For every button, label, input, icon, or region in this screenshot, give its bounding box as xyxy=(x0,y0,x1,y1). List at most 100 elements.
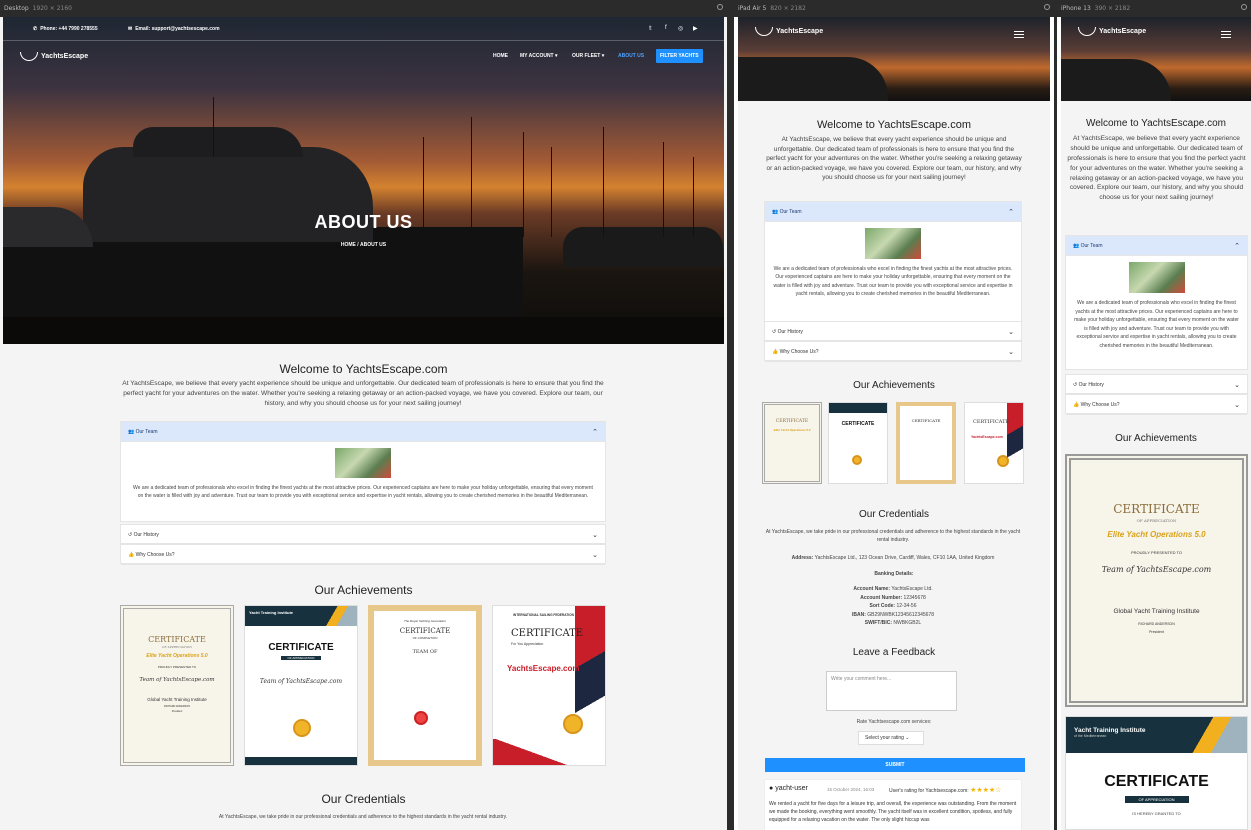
review-text: We rented a yacht for five days for a le… xyxy=(769,801,1017,823)
chevron-down-icon: ⌄ xyxy=(1234,381,1240,389)
desktop-preview: Desktop 1920 × 2160 ✆ Phone: +44 7990 278… xyxy=(0,0,727,830)
menu-icon[interactable] xyxy=(1221,31,1231,38)
nav-my-account[interactable]: MY ACCOUNT ▾ xyxy=(520,53,558,59)
phone-info[interactable]: ✆ Phone: +44 7990 278555 xyxy=(33,26,98,32)
accordion-our-history[interactable]: ↺ Our History ⌄ xyxy=(1065,374,1248,395)
review-card: ● yacht-user 15 October 2024, 16:03 User… xyxy=(764,779,1022,830)
team-text: We are a dedicated team of professionals… xyxy=(773,266,1013,297)
certificate-card-1[interactable]: CERTIFICATE OF APPRECIATION Elite Yacht … xyxy=(1065,454,1248,707)
nav-home[interactable]: HOME xyxy=(493,53,508,59)
red-seal-icon xyxy=(414,711,428,725)
chevron-down-icon: ⌄ xyxy=(592,551,598,559)
accordion-toggle-team[interactable]: 👥 Our Team ⌃ xyxy=(1066,236,1247,256)
cert-title: CERTIFICATE xyxy=(148,635,206,644)
pane-size: 390 × 2182 xyxy=(1094,5,1131,12)
pane-label: iPad Air 5 820 × 2182 xyxy=(734,0,1054,17)
brand-logo[interactable]: YachtsEscape xyxy=(20,52,88,61)
pane-device: iPad Air 5 xyxy=(738,5,767,12)
feedback-textarea[interactable]: Write your comment here... xyxy=(826,671,957,711)
brand-logo[interactable]: YachtsEscape xyxy=(755,27,823,36)
pane-device: iPhone 13 xyxy=(1061,5,1091,12)
pane-size: 820 × 2182 xyxy=(770,5,806,12)
hero-banner: YachtsEscape xyxy=(738,17,1050,101)
cert-signer: RICHARD ANDERSON xyxy=(163,705,191,708)
certificate-card-4[interactable]: INTERNATIONAL SAILING FEDERATION CERTIFI… xyxy=(492,605,606,766)
team-text: We are a dedicated team of professionals… xyxy=(133,485,593,499)
main-navbar: YachtsEscape HOME MY ACCOUNT ▾ OUR FLEET… xyxy=(3,41,724,71)
cert-title: CERTIFICATE xyxy=(841,421,875,427)
cert-subtitle: OF APPRECIATION xyxy=(281,656,321,660)
brand-logo[interactable]: YachtsEscape xyxy=(1078,27,1146,36)
team-panel: We are a dedicated team of professionals… xyxy=(121,442,605,506)
ship-icon xyxy=(1078,27,1096,36)
crumb-home-link[interactable]: HOME xyxy=(341,242,356,248)
rotate-icon[interactable] xyxy=(717,4,723,10)
accordion-our-team: 👥 Our Team ⌃ We are a dedicated team of p… xyxy=(1065,235,1248,370)
welcome-text: At YachtsEscape, we believe that every y… xyxy=(1067,135,1246,202)
cert-bottom-decor xyxy=(493,739,605,765)
certificate-card-4[interactable]: CERTIFICATE YachtsEscape.com xyxy=(964,402,1024,484)
menu-icon[interactable] xyxy=(1014,31,1024,38)
gold-seal-icon xyxy=(293,719,311,737)
accordion-why-choose-us[interactable]: 👍 Why Choose Us? ⌄ xyxy=(120,544,606,565)
chevron-up-icon: ⌃ xyxy=(1008,208,1014,216)
team-text: We are a dedicated team of professionals… xyxy=(1074,300,1239,349)
brand-name: YachtsEscape xyxy=(41,53,89,60)
achievements-title: Our Achievements xyxy=(853,380,935,391)
rotate-icon[interactable] xyxy=(1241,4,1247,10)
chevron-down-icon: ⌄ xyxy=(1008,348,1014,356)
facebook-icon[interactable]: f xyxy=(665,25,667,31)
instagram-icon[interactable]: ◎ xyxy=(678,25,683,32)
twitter-icon[interactable]: 𝕥 xyxy=(649,25,652,32)
accordion-our-team: 👥 Our Team ⌃ We are a dedicated team of p… xyxy=(120,421,606,522)
cert-title: CERTIFICATE xyxy=(973,419,1010,425)
cert-subtitle: OF APPRECIATION xyxy=(162,645,192,649)
accordion-toggle-why[interactable]: 👍 Why Choose Us? ⌄ xyxy=(765,342,1021,362)
pane-label: iPhone 13 390 × 2182 xyxy=(1057,0,1251,17)
filter-yachts-button[interactable]: FILTER YACHTS xyxy=(656,49,703,63)
chevron-up-icon: ⌃ xyxy=(592,428,598,436)
accordion-toggle-team[interactable]: 👥 Our Team ⌃ xyxy=(765,202,1021,222)
cert-footer-band xyxy=(245,757,357,765)
certificate-card-2[interactable]: CERTIFICATE xyxy=(828,402,888,484)
accordion-our-history[interactable]: ↺ Our History ⌄ xyxy=(764,321,1022,342)
certificate-card-1[interactable]: CERTIFICATE OF APPRECIATION Elite Yacht … xyxy=(120,605,234,766)
credentials-intro: At YachtsEscape, we take pride in our pr… xyxy=(765,529,1021,543)
accordion-toggle-why[interactable]: 👍 Why Choose Us? ⌄ xyxy=(1066,395,1247,415)
certificate-card-2[interactable]: Yacht Training Institute CERTIFICATE OF … xyxy=(244,605,358,766)
rating-select[interactable]: Select your rating ⌄ xyxy=(858,731,924,745)
email-info[interactable]: ✉ Email: support@yachtsescape.com xyxy=(128,26,220,32)
accordion-our-history[interactable]: ↺ Our History ⌄ xyxy=(120,524,606,545)
cert-corner-decor xyxy=(317,606,357,626)
cert-recipient: Team of YachtsEscape.com xyxy=(1101,565,1212,574)
feedback-title: Leave a Feedback xyxy=(852,647,936,658)
crumb-current: ABOUT US xyxy=(360,242,387,248)
youtube-icon[interactable]: ▶ xyxy=(693,25,698,32)
page-title: ABOUT US xyxy=(314,212,413,232)
certificate-card-1[interactable]: CERTIFICATE Elite Yacht Operations 5.0 xyxy=(762,402,822,484)
accordion-toggle-history[interactable]: ↺ Our History ⌄ xyxy=(121,525,605,545)
cert-subtitle: For You Appreciation xyxy=(511,642,544,646)
accordion-why-choose-us[interactable]: 👍 Why Choose Us? ⌄ xyxy=(764,341,1022,362)
iphone-viewport: YachtsEscape Welcome to YachtsEscape.com… xyxy=(1061,17,1251,830)
ipad-preview: iPad Air 5 820 × 2182 YachtsEscape Welco… xyxy=(734,0,1054,830)
submit-button[interactable]: SUBMIT xyxy=(765,758,1025,772)
gold-seal-icon xyxy=(852,455,862,465)
certificate-card-2[interactable]: Yacht Training Institute of the Mediterra… xyxy=(1065,716,1248,830)
accordion-why-choose-us[interactable]: 👍 Why Choose Us? ⌄ xyxy=(1065,394,1248,415)
accordion-toggle-history[interactable]: ↺ Our History ⌄ xyxy=(765,322,1021,342)
nav-about-us[interactable]: ABOUT US xyxy=(618,53,644,59)
pane-size: 1920 × 2160 xyxy=(32,5,72,12)
chevron-down-icon: ⌄ xyxy=(1234,401,1240,409)
certificate-card-3[interactable]: The Royal Yachting Association CERTIFICA… xyxy=(368,605,482,766)
certificate-card-3[interactable]: CERTIFICATE xyxy=(896,402,956,484)
accordion-toggle-why[interactable]: 👍 Why Choose Us? ⌄ xyxy=(121,545,605,565)
accordion-toggle-team[interactable]: 👥 Our Team ⌃ xyxy=(121,422,605,442)
rotate-icon[interactable] xyxy=(1044,4,1050,10)
cert-signer: RICHARD ANDERSON xyxy=(1138,622,1175,626)
cert-presented: PROUDLY PRESENTED TO xyxy=(1130,550,1183,555)
cert-title: CERTIFICATE xyxy=(775,419,809,424)
accordion-toggle-history[interactable]: ↺ Our History ⌄ xyxy=(1066,375,1247,395)
nav-our-fleet[interactable]: OUR FLEET ▾ xyxy=(572,53,604,59)
cert-granted: IS HEREBY GRANTED TO xyxy=(1132,811,1181,816)
